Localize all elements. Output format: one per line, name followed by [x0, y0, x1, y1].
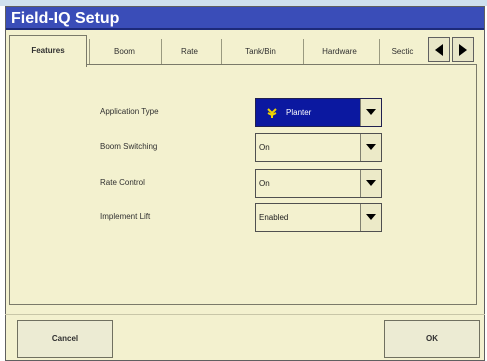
- tab-scroll-right-button[interactable]: [452, 37, 474, 62]
- rate-control-caret[interactable]: [360, 170, 381, 197]
- implement-lift-value: Enabled: [259, 213, 289, 222]
- triangle-left-icon: [435, 43, 443, 56]
- application-type-caret[interactable]: [360, 99, 381, 126]
- application-type-label: Application Type: [100, 107, 159, 116]
- ok-button[interactable]: OK: [384, 320, 480, 358]
- chevron-down-icon: [366, 180, 376, 186]
- chevron-down-icon: [366, 214, 376, 220]
- footer-divider: [5, 314, 485, 315]
- tab-tank-bin[interactable]: Tank/Bin: [221, 39, 299, 65]
- tab-sections[interactable]: Sectic: [379, 39, 425, 65]
- implement-lift-dropdown[interactable]: Enabled: [255, 203, 382, 232]
- cancel-button[interactable]: Cancel: [17, 320, 113, 358]
- rate-control-value: On: [259, 179, 270, 188]
- chevron-down-icon: [366, 144, 376, 150]
- tab-boom[interactable]: Boom: [89, 39, 159, 65]
- features-panel: [9, 64, 477, 305]
- application-type-value: Planter: [266, 99, 311, 126]
- planter-icon: [267, 107, 277, 118]
- boom-switching-caret[interactable]: [360, 134, 381, 161]
- application-type-dropdown[interactable]: Planter: [255, 98, 382, 127]
- application-type-value-text: Planter: [286, 108, 312, 117]
- boom-switching-label: Boom Switching: [100, 142, 158, 151]
- tab-rate[interactable]: Rate: [161, 39, 217, 65]
- implement-lift-label: Implement Lift: [100, 212, 151, 221]
- triangle-right-icon: [459, 43, 467, 56]
- boom-switching-value: On: [259, 143, 270, 152]
- rate-control-dropdown[interactable]: On: [255, 169, 382, 198]
- chevron-down-icon: [366, 109, 376, 115]
- tab-scroll-left-button[interactable]: [428, 37, 450, 62]
- rate-control-label: Rate Control: [100, 178, 145, 187]
- tab-hardware[interactable]: Hardware: [303, 39, 375, 65]
- tab-bar: Features Boom Rate Tank/Bin Hardware Sec…: [9, 35, 475, 67]
- window-title: Field-IQ Setup: [6, 7, 484, 30]
- implement-lift-caret[interactable]: [360, 204, 381, 231]
- tab-features[interactable]: Features: [9, 35, 87, 67]
- boom-switching-dropdown[interactable]: On: [255, 133, 382, 162]
